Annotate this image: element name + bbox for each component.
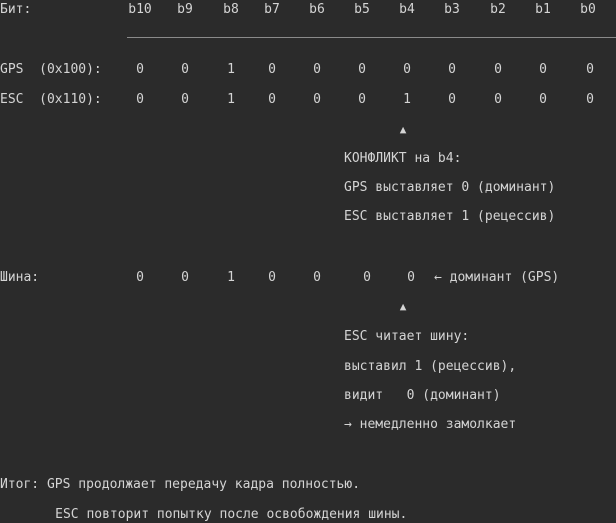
- gps-bit-b8: 1: [227, 62, 235, 77]
- gps-bit-b10: 0: [136, 62, 144, 77]
- esc-bit-b3: 0: [448, 92, 456, 107]
- esc-reads-line-1: ESC читает шину:: [344, 329, 470, 344]
- bus-bit-b9: 0: [181, 270, 189, 285]
- bit-header-b4: b4: [399, 2, 415, 17]
- esc-bit-b7: 0: [268, 92, 276, 107]
- gps-bit-b7: 0: [268, 62, 276, 77]
- bit-header-b9: b9: [177, 2, 193, 17]
- conflict-title: КОНФЛИКТ на b4:: [344, 151, 462, 166]
- bus-bit-b10: 0: [136, 270, 144, 285]
- esc-row-label: ESC (0x110):: [0, 92, 102, 107]
- esc-bit-b9: 0: [181, 92, 189, 107]
- bus-bit-b8: 1: [227, 270, 235, 285]
- esc-bit-b1: 0: [539, 92, 547, 107]
- bit-header-b10: b10: [128, 2, 152, 17]
- header-divider: [127, 37, 616, 38]
- summary-line-1: Итог: GPS продолжает передачу кадра полн…: [0, 477, 361, 492]
- esc-bit-b2: 0: [494, 92, 502, 107]
- conflict-line-gps: GPS выставляет 0 (доминант): [344, 180, 556, 195]
- bit-header-b0: b0: [580, 2, 596, 17]
- esc-bit-b8: 1: [227, 92, 235, 107]
- bit-header-b8: b8: [223, 2, 239, 17]
- esc-bit-b10: 0: [136, 92, 144, 107]
- bus-bit-b5: 0: [363, 270, 371, 285]
- gps-bit-b4: 0: [403, 62, 411, 77]
- esc-bit-b6: 0: [313, 92, 321, 107]
- bit-header-b7: b7: [264, 2, 280, 17]
- conflict-arrow-icon: ▲: [399, 123, 407, 136]
- esc-bit-b0: 0: [586, 92, 594, 107]
- bus-bit-b4: 0: [407, 270, 415, 285]
- gps-bit-b9: 0: [181, 62, 189, 77]
- gps-bit-b3: 0: [448, 62, 456, 77]
- header-label: Бит:: [0, 2, 32, 17]
- gps-bit-b5: 0: [358, 62, 366, 77]
- gps-bit-b0: 0: [586, 62, 594, 77]
- conflict-line-esc: ESC выставляет 1 (рецессив): [344, 209, 556, 224]
- bit-header-b6: b6: [309, 2, 325, 17]
- esc-bit-b5: 0: [358, 92, 366, 107]
- esc-reads-line-3: видит 0 (доминант): [344, 388, 501, 403]
- esc-bit-b4: 1: [403, 92, 411, 107]
- gps-bit-b1: 0: [539, 62, 547, 77]
- summary-line-2: ESC повторит попытку после освобождения …: [16, 507, 408, 522]
- bit-header-b2: b2: [490, 2, 506, 17]
- esc-reads-line-2: выставил 1 (рецессив),: [344, 359, 517, 374]
- bus-row-label: Шина:: [0, 270, 40, 285]
- gps-row-label: GPS (0x100):: [0, 62, 102, 77]
- bus-bit-b6: 0: [313, 270, 321, 285]
- bus-arrow-icon: ▲: [399, 300, 407, 313]
- esc-reads-line-4: → немедленно замолкает: [344, 417, 517, 432]
- bus-bit-b7: 0: [268, 270, 276, 285]
- bit-header-b3: b3: [444, 2, 460, 17]
- gps-bit-b6: 0: [313, 62, 321, 77]
- bus-dominant-note: ← доминант (GPS): [434, 270, 560, 285]
- gps-bit-b2: 0: [494, 62, 502, 77]
- bit-header-b5: b5: [354, 2, 370, 17]
- bit-header-b1: b1: [535, 2, 551, 17]
